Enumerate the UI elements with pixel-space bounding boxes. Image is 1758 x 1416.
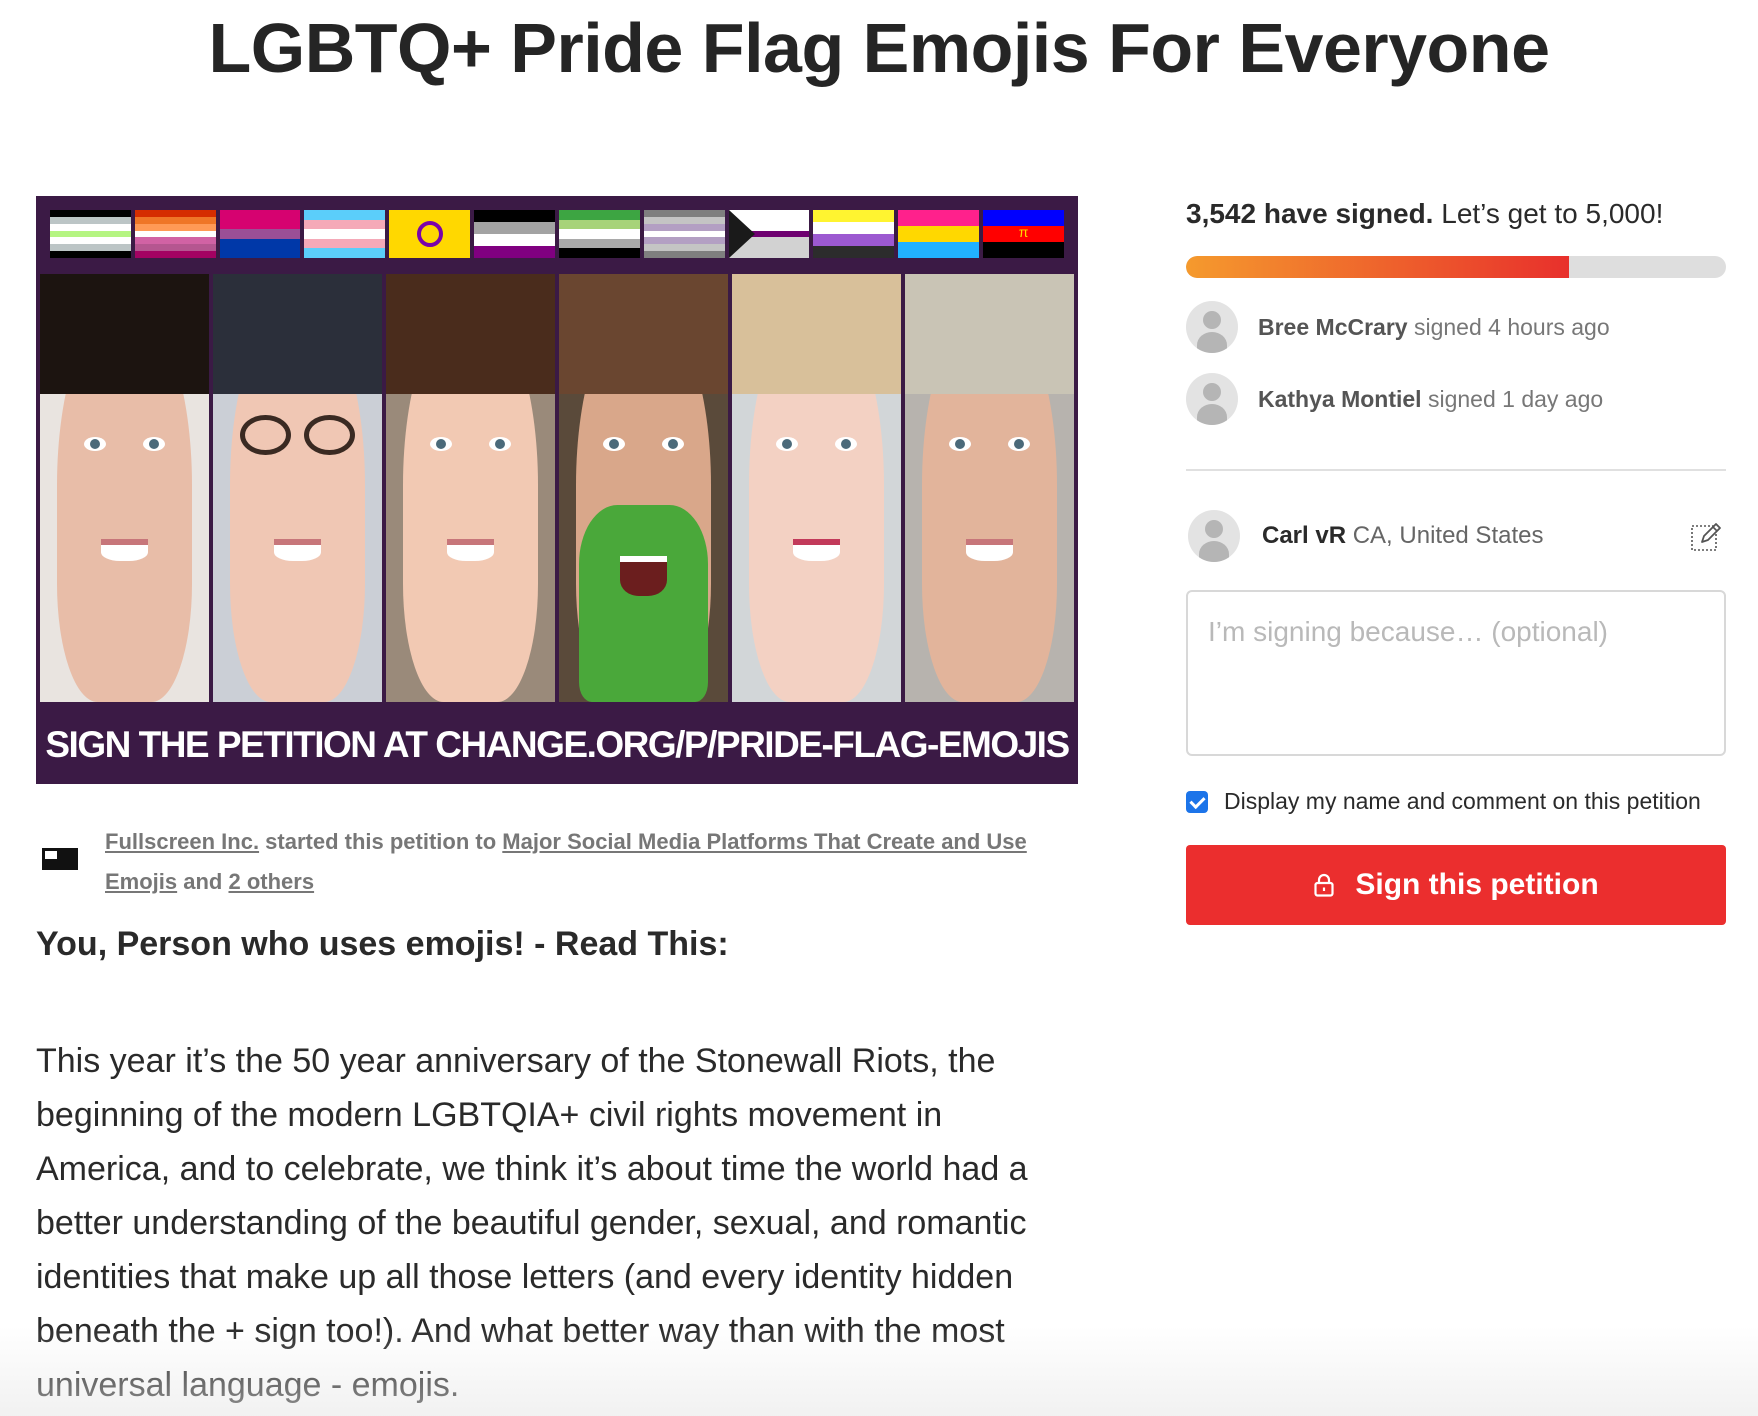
current-user: Carl vR CA, United States bbox=[1188, 510, 1543, 562]
avatar-placeholder-icon bbox=[1188, 510, 1240, 562]
current-user-location: CA, United States bbox=[1346, 522, 1544, 549]
bisexual-flag bbox=[219, 210, 301, 258]
signature-count: 3,542 have signed. Let’s get to 5,000! bbox=[1186, 198, 1663, 230]
face-photo-2 bbox=[213, 274, 382, 702]
others-link[interactable]: 2 others bbox=[228, 869, 314, 894]
signature-progress-bar bbox=[1186, 256, 1726, 278]
sign-petition-button[interactable]: Sign this petition bbox=[1186, 845, 1726, 925]
polyamory-flag: π bbox=[983, 210, 1064, 258]
signer-time: signed 4 hours ago bbox=[1407, 313, 1610, 340]
signing-reason-input[interactable] bbox=[1186, 590, 1726, 756]
and-text: and bbox=[177, 869, 229, 894]
goal-text: Let’s get to 5,000! bbox=[1433, 198, 1664, 229]
bottom-fade bbox=[0, 1326, 1758, 1416]
pansexual-flag bbox=[898, 210, 980, 258]
aromantic-flag bbox=[558, 210, 640, 258]
recent-signer: Bree McCrary signed 4 hours ago bbox=[1186, 300, 1610, 354]
article-subhead: You, Person who uses emojis! - Read This… bbox=[36, 925, 729, 963]
progress-fill bbox=[1186, 256, 1569, 278]
signer-time: signed 1 day ago bbox=[1421, 385, 1604, 412]
transgender-flag bbox=[304, 210, 386, 258]
petition-banner-image: π SIGN THE PETITION AT CHANGE.ORG/P/PRID… bbox=[36, 196, 1078, 784]
banner-caption: SIGN THE PETITION AT CHANGE.ORG/P/PRIDE-… bbox=[45, 724, 1070, 765]
lesbian-flag bbox=[134, 210, 216, 258]
starter-org-link[interactable]: Fullscreen Inc. bbox=[105, 829, 259, 854]
page-title: LGBTQ+ Pride Flag Emojis For Everyone bbox=[208, 9, 1551, 87]
display-name-option[interactable]: Display my name and comment on this peti… bbox=[1186, 788, 1701, 815]
current-user-name: Carl vR bbox=[1262, 522, 1347, 549]
lock-icon bbox=[1314, 873, 1334, 897]
signed-count-text: 3,542 have signed. bbox=[1186, 198, 1434, 229]
intersex-flag bbox=[389, 210, 471, 258]
fullscreen-logo-icon bbox=[42, 848, 78, 870]
display-name-label: Display my name and comment on this peti… bbox=[1224, 788, 1701, 814]
edit-icon[interactable] bbox=[1690, 520, 1722, 552]
face-photo-5 bbox=[732, 274, 901, 702]
starter-text: Fullscreen Inc. started this petition to… bbox=[105, 822, 1085, 902]
signer-name: Kathya Montiel bbox=[1258, 385, 1422, 412]
pride-flags-row: π bbox=[50, 210, 1064, 258]
asexual-flag bbox=[474, 210, 555, 258]
face-photo-3 bbox=[386, 274, 555, 702]
agender-flag bbox=[50, 210, 131, 258]
display-name-checkbox[interactable] bbox=[1186, 790, 1208, 813]
sign-petition-label: Sign this petition bbox=[1355, 868, 1599, 901]
faces-collage bbox=[40, 274, 1074, 702]
recent-signer: Kathya Montiel signed 1 day ago bbox=[1186, 372, 1603, 426]
divider bbox=[1186, 469, 1726, 471]
petition-starter: Fullscreen Inc. started this petition to… bbox=[36, 822, 1086, 902]
face-photo-6 bbox=[905, 274, 1074, 702]
demisexual-flag bbox=[728, 210, 810, 258]
avatar-placeholder-icon bbox=[1186, 301, 1238, 353]
face-photo-4 bbox=[559, 274, 728, 702]
started-text: started this petition to bbox=[259, 829, 503, 854]
avatar-placeholder-icon bbox=[1186, 373, 1238, 425]
demigender-flag bbox=[643, 210, 725, 258]
face-photo-1 bbox=[40, 274, 209, 702]
nonbinary-flag bbox=[813, 210, 895, 258]
signer-name: Bree McCrary bbox=[1258, 313, 1408, 340]
